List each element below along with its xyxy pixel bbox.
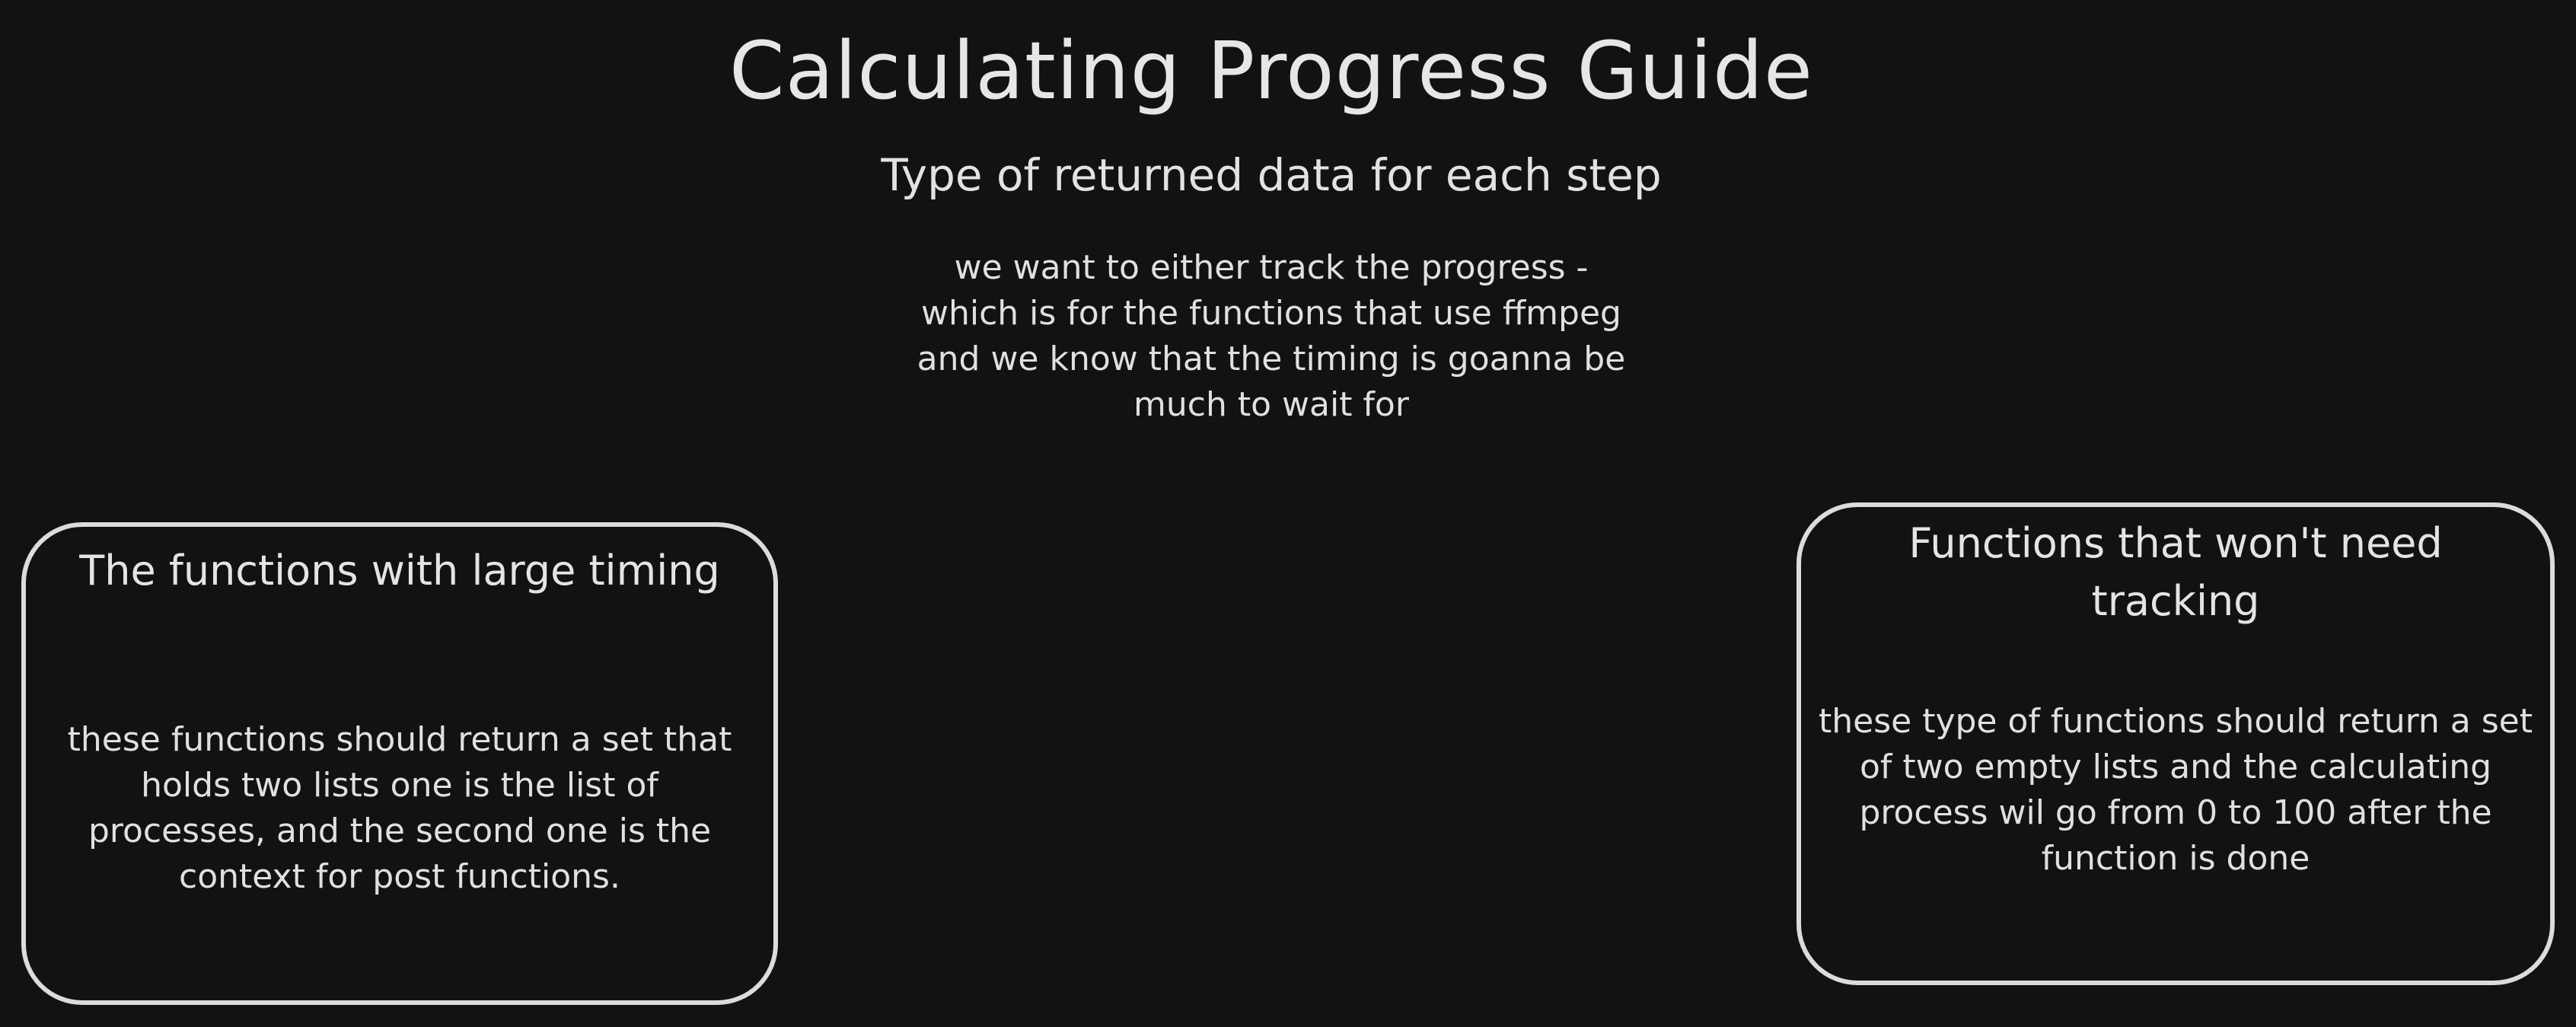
intro-note: we want to either track the progress - w… [917,248,1626,424]
page-title: Calculating Progress Guide [729,24,1813,117]
card-heading: The functions with large timing [79,547,720,595]
card-large-timing: The functions with large timing these fu… [21,522,778,1005]
card-no-tracking: Functions that won't need tracking these… [1797,502,2555,985]
page-subtitle: Type of returned data for each step [881,149,1662,201]
card-heading: Functions that won't need tracking [1908,519,2443,625]
card-body: these type of functions should return a … [1819,702,2533,878]
card-body: these functions should return a set that… [67,720,732,896]
